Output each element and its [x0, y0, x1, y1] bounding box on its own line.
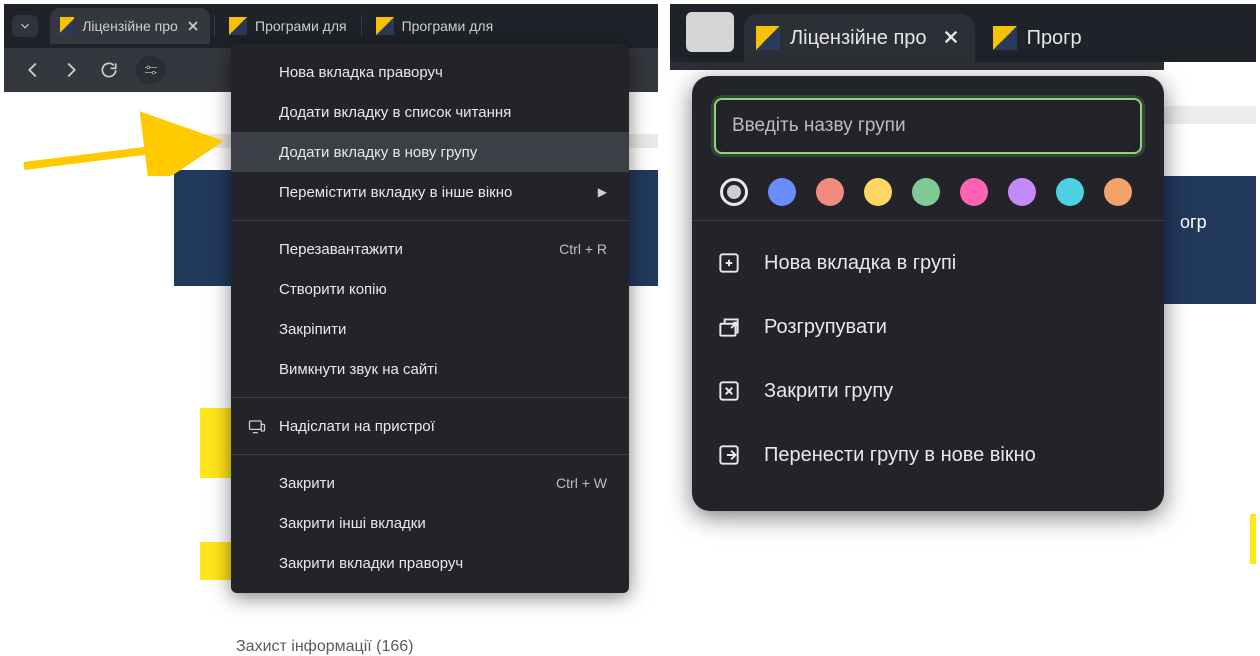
- group-name-input[interactable]: [714, 98, 1142, 154]
- color-option-pink[interactable]: [960, 178, 988, 206]
- reload-button[interactable]: [98, 59, 120, 81]
- chevron-down-icon: [18, 19, 32, 33]
- cm-new-tab-right[interactable]: Нова вкладка праворуч: [231, 52, 629, 92]
- shortcut-label: Ctrl + W: [556, 475, 607, 491]
- cm-reload[interactable]: ПерезавантажитиCtrl + R: [231, 229, 629, 269]
- forward-button[interactable]: [60, 59, 82, 81]
- tab-close-button[interactable]: [186, 17, 200, 35]
- group-move-new-window[interactable]: Перенести групу в нове вікно: [714, 423, 1142, 487]
- tab-label: Прогр: [1027, 27, 1082, 50]
- cm-add-to-new-group[interactable]: Додати вкладку в нову групу: [231, 132, 629, 172]
- tab-close-button[interactable]: [943, 28, 963, 48]
- close-square-icon: [716, 378, 742, 404]
- page-partial-text: огр: [1180, 212, 1207, 233]
- tab-context-menu: Нова вкладка праворуч Додати вкладку в с…: [231, 44, 629, 593]
- cm-send-to-devices[interactable]: Надіслати на пристрої: [231, 406, 629, 446]
- cm-add-to-reading-list[interactable]: Додати вкладку в список читання: [231, 92, 629, 132]
- tab-inactive[interactable]: Програми для: [366, 8, 504, 44]
- favicon-icon: [756, 26, 780, 50]
- group-close[interactable]: Закрити групу: [714, 359, 1142, 423]
- tune-icon: [143, 62, 159, 78]
- close-icon: [187, 20, 199, 32]
- devices-icon: [247, 416, 267, 436]
- cm-pin[interactable]: Закріпити: [231, 309, 629, 349]
- cm-close-right[interactable]: Закрити вкладки праворуч: [231, 543, 629, 583]
- menu-separator: [231, 220, 629, 221]
- tab-search-dropdown[interactable]: [12, 15, 38, 37]
- tab-active[interactable]: Ліцензійне про: [744, 14, 975, 62]
- favicon-icon: [376, 17, 394, 35]
- ungroup-icon: [716, 314, 742, 340]
- chevron-right-icon: ▶: [598, 185, 607, 199]
- tab-label: Програми для: [255, 18, 347, 34]
- cm-mute-site[interactable]: Вимкнути звук на сайті: [231, 349, 629, 389]
- favicon-icon: [993, 26, 1017, 50]
- group-ungroup[interactable]: Розгрупувати: [714, 295, 1142, 359]
- site-settings-button[interactable]: [136, 56, 166, 84]
- tab-inactive[interactable]: Програми для: [219, 8, 357, 44]
- color-option-blue[interactable]: [768, 178, 796, 206]
- close-icon: [943, 29, 959, 45]
- page-partial-text: Захист інформації (166): [236, 638, 413, 656]
- tab-bar: Ліцензійне про Прогр: [670, 4, 1256, 62]
- tab-label: Ліцензійне про: [790, 27, 927, 50]
- color-option-orange[interactable]: [1104, 178, 1132, 206]
- tab-bar: Ліцензійне про Програми для Програми для: [4, 4, 658, 48]
- group-color-picker: [714, 178, 1142, 206]
- tab-group-indicator[interactable]: [686, 12, 734, 52]
- cm-close[interactable]: ЗакритиCtrl + W: [231, 463, 629, 503]
- tab-divider: [361, 15, 362, 37]
- favicon-icon: [229, 17, 247, 35]
- plus-square-icon: [716, 250, 742, 276]
- tab-label: Ліцензійне про: [82, 18, 178, 34]
- left-screenshot: Ліцензійне про Програми для Програми для…: [4, 4, 658, 580]
- right-screenshot: Ліцензійне про Прогр огр Нова: [670, 4, 1256, 580]
- menu-separator: [231, 454, 629, 455]
- page-content: огр: [1164, 62, 1256, 580]
- favicon-icon: [60, 17, 74, 35]
- color-option-grey[interactable]: [720, 178, 748, 206]
- arrow-right-icon: [60, 59, 82, 81]
- cm-duplicate[interactable]: Створити копію: [231, 269, 629, 309]
- tab-divider: [214, 15, 215, 37]
- color-option-purple[interactable]: [1008, 178, 1036, 206]
- color-option-cyan[interactable]: [1056, 178, 1084, 206]
- tab-label: Програми для: [402, 18, 494, 34]
- shortcut-label: Ctrl + R: [559, 241, 607, 257]
- group-new-tab[interactable]: Нова вкладка в групі: [714, 231, 1142, 295]
- tab-active[interactable]: Ліцензійне про: [50, 8, 210, 44]
- cm-move-to-window[interactable]: Перемістити вкладку в інше вікно▶: [231, 172, 629, 212]
- color-option-green[interactable]: [912, 178, 940, 206]
- arrow-left-icon: [22, 59, 44, 81]
- menu-separator: [692, 220, 1164, 221]
- cm-close-others[interactable]: Закрити інші вкладки: [231, 503, 629, 543]
- menu-separator: [231, 397, 629, 398]
- back-button[interactable]: [22, 59, 44, 81]
- tab-group-popup: Нова вкладка в групі Розгрупувати Закрит…: [692, 76, 1164, 511]
- move-window-icon: [716, 442, 742, 468]
- color-option-yellow[interactable]: [864, 178, 892, 206]
- color-option-red[interactable]: [816, 178, 844, 206]
- reload-icon: [99, 60, 119, 80]
- tab-inactive[interactable]: Прогр: [975, 14, 1094, 62]
